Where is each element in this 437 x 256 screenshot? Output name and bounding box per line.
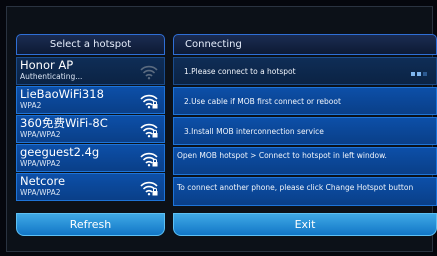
wifi-lock-icon	[140, 181, 158, 196]
step-1: 1.Please connect to a hotspot	[173, 57, 437, 85]
hotspot-item-liebao[interactable]: LieBaoWiFi318 WPA2	[16, 86, 165, 114]
hotspot-name: LieBaoWiFi318	[20, 87, 104, 101]
hotspot-name: Honor AP	[20, 58, 74, 72]
progress-dots	[409, 69, 427, 78]
step-2: 2.Use cable if MOB first connect or rebo…	[173, 87, 437, 115]
hotspot-security: Authenticating...	[20, 72, 83, 81]
progress-dot	[423, 72, 427, 76]
step-text: 2.Use cable if MOB first connect or rebo…	[184, 97, 341, 106]
hotspot-security: WPA2	[20, 101, 42, 110]
wifi-lock-icon	[140, 123, 158, 138]
step-text: 3.Install MOB interconnection service	[184, 127, 324, 136]
hotspot-security: WPA/WPA2	[20, 130, 61, 139]
hotspot-item-360[interactable]: 360免费WiFi-8C WPA/WPA2	[16, 115, 165, 143]
step-text: 1.Please connect to a hotspot	[184, 67, 296, 76]
hotspot-security: WPA/WPA2	[20, 188, 61, 197]
hotspot-item-geeguest[interactable]: geeguest2.4g WPA/WPA2	[16, 144, 165, 172]
connecting-panel: Connecting 1.Please connect to a hotspot…	[173, 34, 437, 236]
hotspot-list: Honor AP Authenticating... LieBaoWiFi318…	[16, 57, 165, 201]
info-text-connect: Open MOB hotspot > Connect to hotspot in…	[173, 147, 437, 175]
wifi-lock-icon	[140, 152, 158, 167]
screen: Select a hotspot Honor AP Authenticating…	[6, 6, 437, 252]
info-text-change-phone: To connect another phone, please click C…	[173, 177, 437, 206]
refresh-button[interactable]: Refresh	[16, 213, 165, 236]
step-3: 3.Install MOB interconnection service	[173, 117, 437, 145]
progress-dot	[417, 72, 421, 76]
hotspot-name: geeguest2.4g	[20, 145, 100, 159]
hotspot-item-honor-ap[interactable]: Honor AP Authenticating...	[16, 57, 165, 85]
hotspot-name: 360免费WiFi-8C	[20, 116, 108, 130]
exit-button[interactable]: Exit	[173, 213, 437, 236]
connecting-panel-title: Connecting	[173, 34, 437, 55]
hotspot-panel-title: Select a hotspot	[16, 34, 165, 55]
hotspot-item-netcore[interactable]: Netcore WPA/WPA2	[16, 173, 165, 201]
hotspot-name: Netcore	[20, 174, 66, 188]
progress-dot	[411, 72, 415, 76]
wifi-lock-icon	[140, 94, 158, 109]
hotspot-panel: Select a hotspot Honor AP Authenticating…	[16, 34, 165, 236]
wifi-icon	[140, 65, 158, 80]
hotspot-security: WPA/WPA2	[20, 159, 61, 168]
